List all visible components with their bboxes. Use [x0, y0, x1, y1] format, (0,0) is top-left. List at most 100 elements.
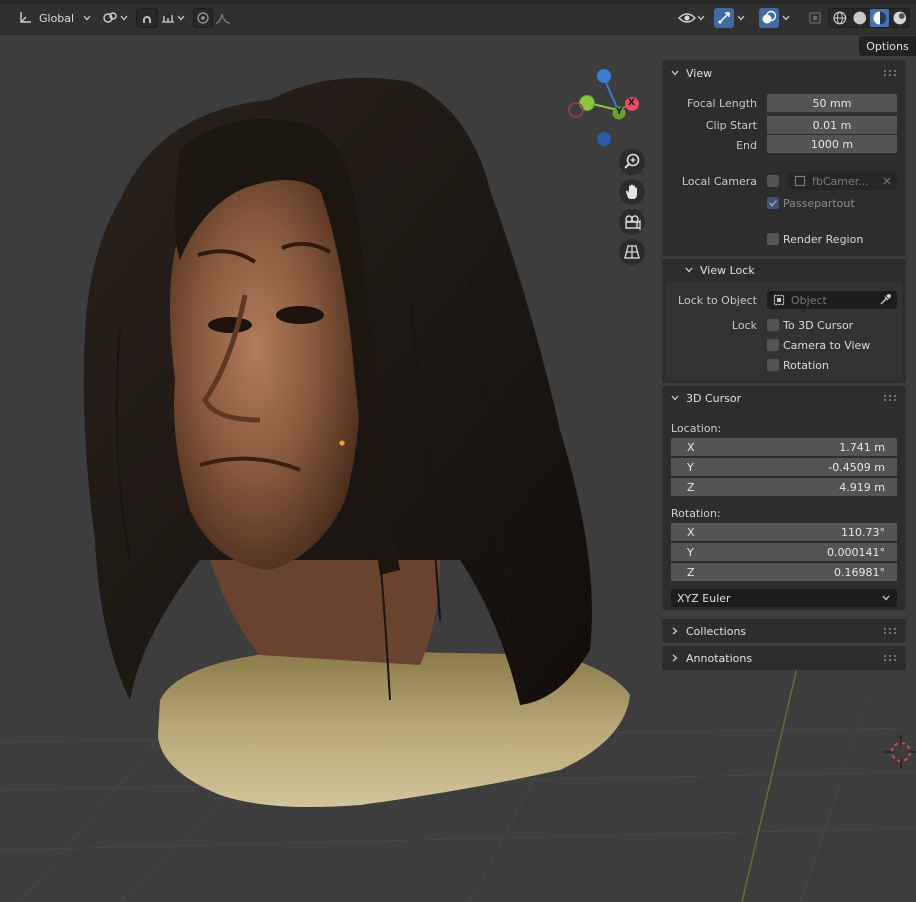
focal-length-field[interactable]: 50 mm [767, 94, 897, 112]
annotations-title: Annotations [686, 651, 753, 665]
snap-increment-icon [162, 15, 174, 23]
header-strip [0, 0, 916, 4]
eyedropper-icon[interactable] [879, 294, 891, 306]
gizmo-dropdown[interactable] [736, 8, 752, 28]
pivot-icon [103, 12, 117, 23]
render-region-label: Render Region [783, 233, 864, 246]
axis-label: Z [687, 566, 695, 579]
proportional-edit-toggle[interactable] [193, 8, 213, 28]
viewport-header: Global [0, 0, 916, 35]
chevron-down-icon [782, 15, 790, 21]
clip-start-field[interactable]: 0.01 m [767, 116, 897, 134]
xray-icon [809, 12, 821, 24]
overlay-icon [762, 10, 777, 24]
axis-value: 0.16981° [834, 566, 885, 579]
3d-cursor-title: 3D Cursor [686, 391, 742, 405]
lock-to-3d-cursor-checkbox[interactable] [767, 319, 779, 331]
rotation-mode-dropdown[interactable]: XYZ Euler [671, 589, 897, 607]
clear-icon[interactable] [883, 177, 891, 185]
collections-panel-header[interactable]: Collections [662, 619, 906, 643]
passepartout-checkbox[interactable] [767, 197, 779, 209]
orientation-label: Global [39, 11, 75, 25]
zoom-button[interactable] [619, 149, 645, 175]
location-z-field[interactable]: Z 4.919 m [671, 478, 897, 496]
rotation-z-field[interactable]: Z 0.16981° [671, 563, 897, 581]
chevron-right-icon [672, 654, 678, 662]
solid-icon[interactable] [851, 9, 869, 27]
view-lock-title: View Lock [700, 263, 755, 277]
view-panel [662, 60, 906, 256]
local-camera-label: Local Camera [681, 175, 757, 188]
clip-end-field[interactable]: 1000 m [767, 135, 897, 153]
lock-to-object-field[interactable]: Object [767, 291, 897, 309]
3d-cursor-header[interactable]: 3D Cursor [662, 386, 906, 410]
gizmo-y-label: Y [616, 107, 623, 117]
pivot-point-dropdown[interactable] [101, 8, 131, 28]
wireframe-icon[interactable] [831, 9, 849, 27]
chevron-right-icon [672, 627, 678, 635]
location-y-field[interactable]: Y -0.4509 m [671, 458, 897, 476]
camera-icon [625, 215, 641, 231]
xray-toggle[interactable] [805, 8, 825, 28]
visibility-dropdown[interactable] [678, 8, 710, 28]
view-panel-title: View [686, 66, 713, 80]
focal-length-label: Focal Length [687, 97, 757, 110]
clip-end-label: End [736, 139, 757, 152]
local-camera-field[interactable]: fbCamer... [788, 172, 897, 190]
chevron-down-icon [697, 15, 705, 21]
axis-label: Z [687, 481, 695, 494]
axis-value: 1.741 m [839, 441, 885, 454]
chevron-down-icon [120, 15, 128, 21]
falloff-dropdown[interactable] [214, 8, 240, 28]
snap-toggle[interactable] [136, 8, 158, 28]
3d-cursor-marker [885, 736, 916, 768]
axis-label: Y [687, 546, 694, 559]
local-camera-checkbox[interactable] [767, 175, 779, 187]
clip-start-label: Clip Start [705, 119, 757, 132]
chevron-down-icon [882, 595, 890, 601]
axis-label: X [687, 526, 695, 539]
snap-target-dropdown[interactable] [160, 8, 188, 28]
lock-rotation-label: Rotation [783, 359, 830, 372]
overlay-toggle[interactable] [759, 8, 779, 28]
checkmark-icon [768, 199, 778, 207]
drag-handle-icon[interactable] [884, 655, 896, 661]
lock-rotation-checkbox[interactable] [767, 359, 779, 371]
material-mode-button[interactable] [870, 9, 890, 27]
perspective-toggle-button[interactable] [619, 239, 645, 265]
drag-handle-icon[interactable] [884, 628, 896, 634]
render-region-checkbox[interactable] [767, 233, 779, 245]
lock-to-object-label: Lock to Object [678, 294, 757, 307]
camera-to-view-checkbox[interactable] [767, 339, 779, 351]
axis-value: 0.000141° [827, 546, 885, 559]
zoom-icon [624, 153, 640, 169]
drag-handle-icon[interactable] [884, 70, 896, 76]
axis-value: 4.919 m [839, 481, 885, 494]
gizmo-icon [718, 12, 730, 24]
camera-object-icon [794, 175, 806, 187]
drag-handle-icon[interactable] [884, 395, 896, 401]
rotation-y-field[interactable]: Y 0.000141° [671, 543, 897, 561]
camera-to-view-label: Camera to View [783, 339, 871, 352]
object-icon [773, 294, 785, 306]
camera-view-button[interactable] [619, 209, 645, 235]
axis-label: X [687, 441, 695, 454]
rendered-icon[interactable] [891, 9, 909, 27]
location-x-field[interactable]: X 1.741 m [671, 438, 897, 456]
overlay-dropdown[interactable] [781, 8, 797, 28]
view-panel-header[interactable]: View [662, 60, 906, 86]
axis-value: -0.4509 m [828, 461, 885, 474]
chevron-down-icon [685, 267, 693, 273]
eye-icon [678, 13, 696, 23]
gizmo-toggle[interactable] [714, 8, 734, 28]
view-lock-header[interactable]: View Lock [676, 259, 876, 281]
annotations-panel-header[interactable]: Annotations [662, 646, 906, 670]
lock-to-3d-cursor-label: To 3D Cursor [783, 319, 854, 332]
material-icon [873, 11, 887, 25]
pan-button[interactable] [619, 179, 645, 205]
rotation-x-field[interactable]: X 110.73° [671, 523, 897, 541]
options-button[interactable]: Options [859, 36, 916, 56]
transform-orientation-dropdown[interactable]: Global [16, 8, 94, 28]
grid-perspective-icon [624, 245, 640, 259]
chevron-down-icon [671, 395, 679, 401]
